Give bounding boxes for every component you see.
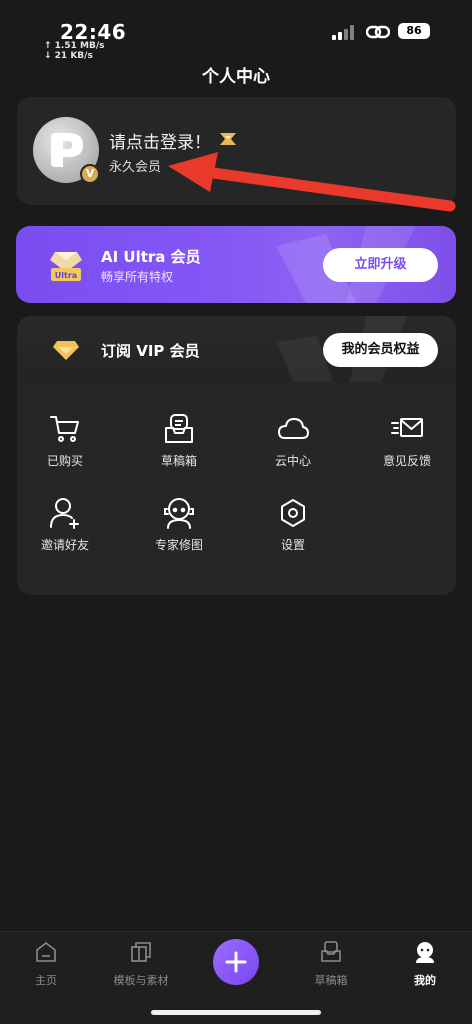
cart-icon [50, 416, 79, 442]
menu-item-drafts[interactable]: 草稿箱 [131, 412, 227, 472]
nav-label: 我的 [414, 974, 436, 987]
nav-label: 草稿箱 [314, 974, 348, 987]
mail-icon [391, 418, 423, 437]
menu-item-label: 已购买 [46, 454, 83, 468]
menu-item-feedback[interactable]: 意见反馈 [359, 412, 455, 472]
menu-item-invite[interactable]: 邀请好友 [17, 496, 113, 556]
ultra-subtitle: 畅享所有特权 [101, 270, 174, 284]
expert-icon [164, 498, 194, 529]
ultra-gem-icon: Ultra [50, 252, 82, 281]
upgrade-button[interactable]: 立即升级 [323, 248, 438, 282]
draft-box-icon [165, 414, 193, 443]
battery-indicator: 86 [398, 23, 430, 39]
page-title: 个人中心 [202, 67, 270, 87]
nav-item-mine[interactable]: 我的 [380, 940, 470, 988]
draft-box-icon [321, 941, 341, 962]
signal-icon [332, 24, 356, 40]
menu-item-settings[interactable]: 设置 [245, 496, 341, 556]
menu-item-cloud[interactable]: 云中心 [245, 412, 341, 472]
profile-icon [416, 942, 434, 963]
template-icon [131, 942, 151, 962]
menu-item-label: 设置 [280, 538, 305, 552]
plus-icon [225, 951, 247, 973]
nav-item-drafts[interactable]: 草稿箱 [286, 940, 376, 988]
annotation-arrow-icon [168, 152, 456, 212]
ultra-title: AI Ultra 会员 [101, 248, 201, 266]
member-crown-icon [220, 133, 236, 145]
login-prompt[interactable]: 请点击登录！ [109, 128, 211, 153]
menu-item-label: 邀请好友 [40, 538, 89, 552]
add-user-icon [50, 498, 79, 529]
member-rights-button[interactable]: 我的会员权益 [323, 333, 438, 367]
nav-label: 主页 [35, 974, 57, 987]
member-status: 永久会员 [109, 160, 162, 175]
vip-badge: V [80, 164, 100, 184]
create-button[interactable] [213, 939, 259, 985]
menu-item-purchased[interactable]: 已购买 [17, 412, 113, 472]
menu-item-label: 云中心 [274, 454, 311, 468]
svg-text:Ultra: Ultra [55, 271, 77, 280]
cloud-icon [278, 418, 309, 439]
menu-item-label: 专家修图 [154, 538, 203, 552]
vip-card: 订阅 VIP 会员 我的会员权益 已购买 草稿箱 云中心 意见反馈 邀请好友 专… [17, 316, 456, 595]
menu-item-expert[interactable]: 专家修图 [131, 496, 227, 556]
settings-icon [281, 499, 305, 527]
menu-item-label: 意见反馈 [382, 454, 431, 468]
vip-header[interactable]: 订阅 VIP 会员 我的会员权益 [17, 316, 456, 382]
ultra-banner[interactable]: Ultra AI Ultra 会员 畅享所有特权 立即升级 [16, 226, 456, 303]
diamond-icon [53, 341, 79, 360]
profile-page: 22:46 ↑ 1.51 MB/s ↓ 21 KB/s 86 个人中心 V 请点… [0, 0, 472, 1024]
home-indicator[interactable] [151, 1010, 321, 1015]
menu-item-label: 草稿箱 [160, 454, 197, 468]
download-speed: ↓ 21 KB/s [44, 51, 93, 61]
nav-item-templates[interactable]: 模板与素材 [96, 940, 186, 988]
home-icon [36, 942, 56, 962]
vip-title: 订阅 VIP 会员 [101, 342, 200, 360]
nav-item-home[interactable]: 主页 [1, 940, 91, 988]
app-logo-icon [51, 133, 83, 167]
vpn-link-icon [366, 25, 390, 39]
nav-label: 模板与素材 [113, 974, 169, 987]
upload-speed: ↑ 1.51 MB/s [44, 41, 105, 51]
status-bar: 22:46 ↑ 1.51 MB/s ↓ 21 KB/s 86 [0, 0, 472, 64]
